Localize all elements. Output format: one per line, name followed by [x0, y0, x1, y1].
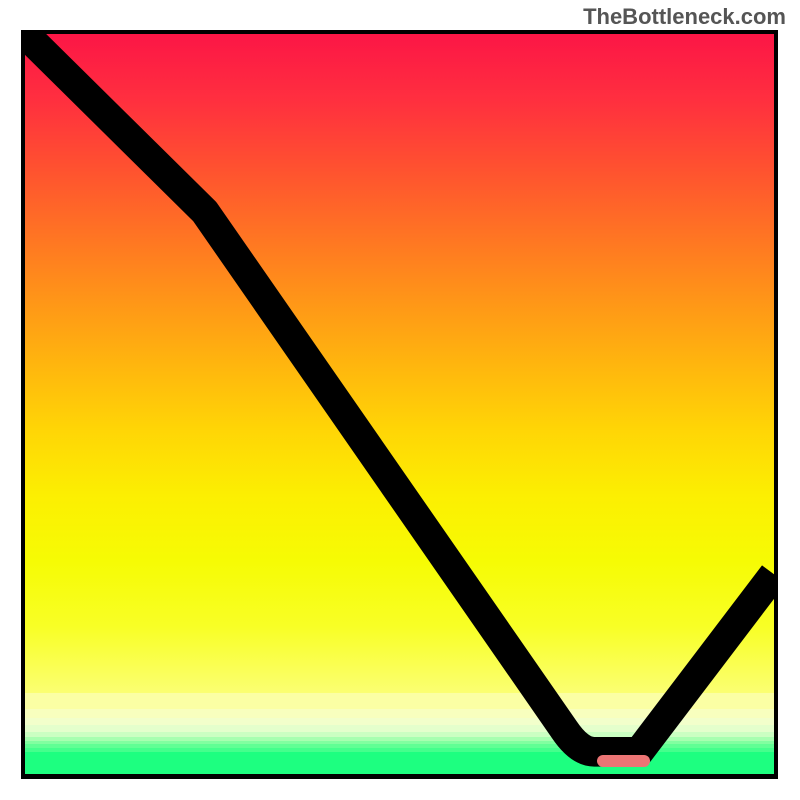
chart-frame [21, 30, 778, 779]
watermark-label: TheBottleneck.com [583, 4, 786, 30]
optimal-marker [597, 755, 650, 767]
bottleneck-curve [25, 34, 774, 774]
